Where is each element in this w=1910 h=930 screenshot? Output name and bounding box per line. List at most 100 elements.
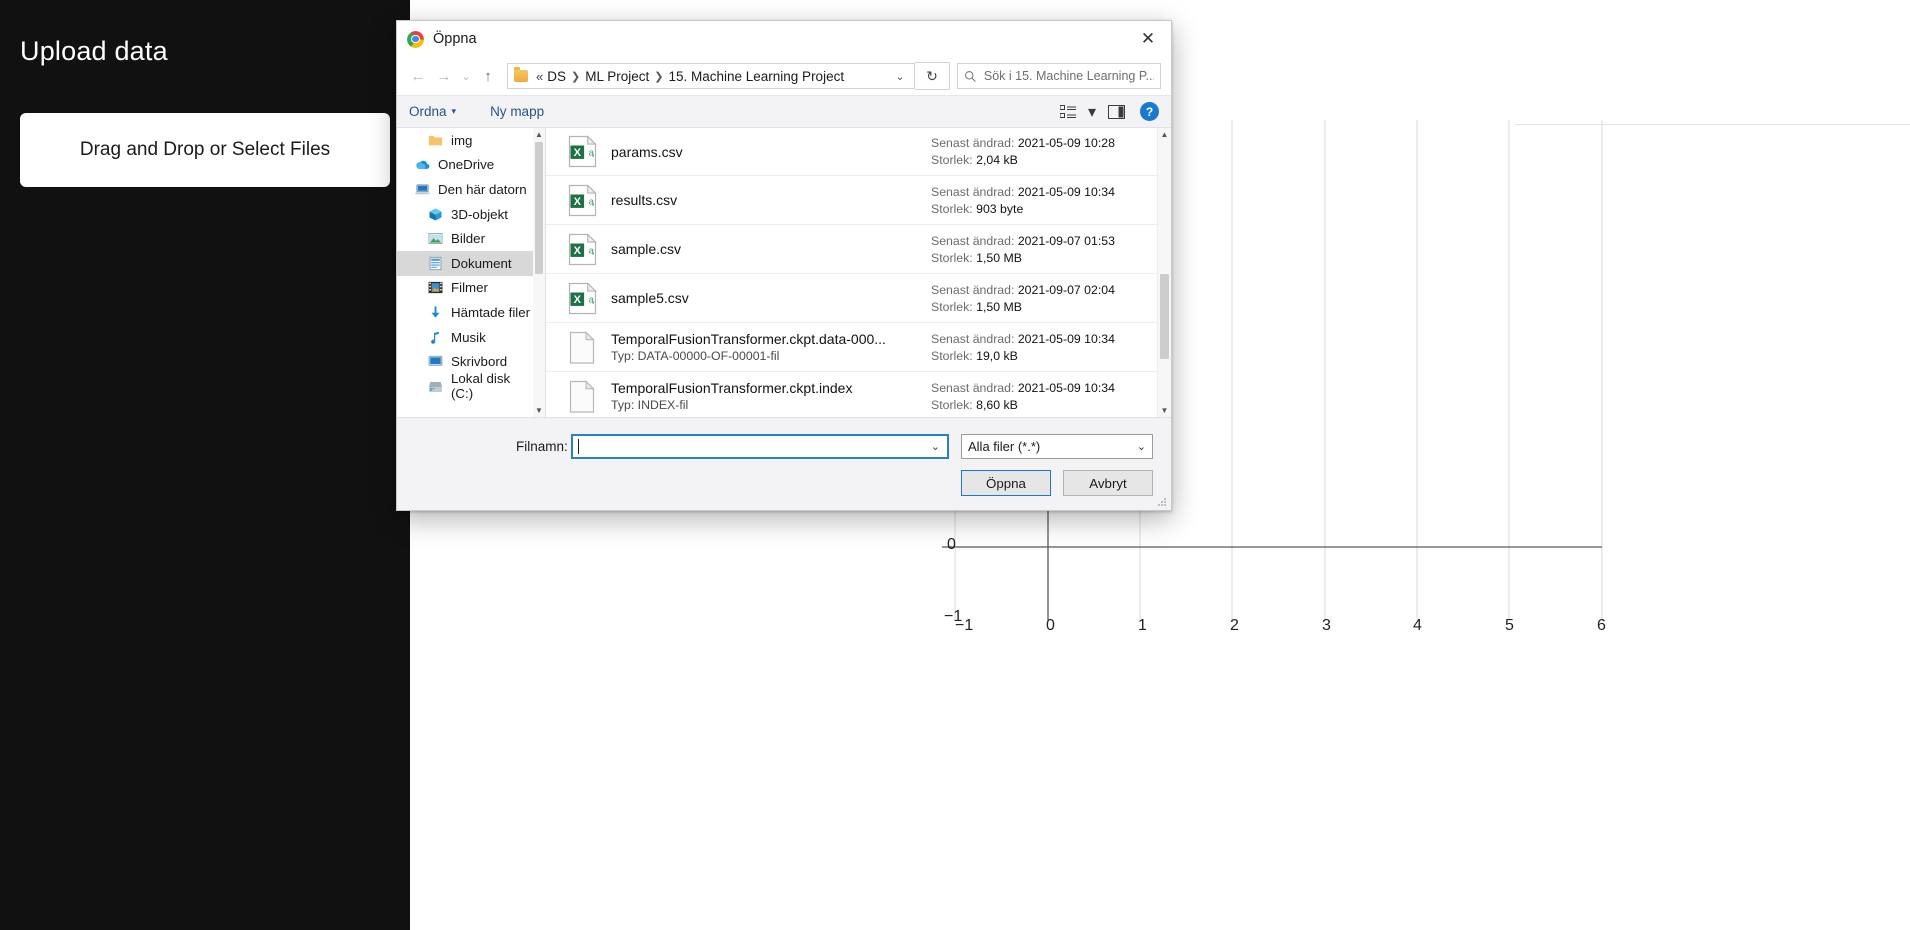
excel-csv-icon: Xa [568, 232, 597, 266]
list-scroll-thumb[interactable] [1160, 274, 1169, 359]
size-value: 2,04 kB [976, 153, 1018, 167]
chevron-down-icon[interactable]: ⌄ [888, 70, 912, 83]
file-dropzone[interactable]: Drag and Drop or Select Files [20, 113, 390, 187]
chrome-logo-icon [407, 30, 424, 48]
breadcrumb-overflow[interactable]: « [536, 69, 543, 84]
size-value: 19,0 kB [976, 348, 1018, 363]
file-list-item[interactable]: Xa params.csv Senast ändrad: 2021-05-09 10… [546, 128, 1157, 176]
breadcrumb-item-0[interactable]: DS [547, 69, 566, 84]
folder-icon [514, 67, 528, 82]
svg-text:X: X [574, 147, 582, 159]
dialog-body: img OneDrive Den här datorn 3D-objekt Bilder… [397, 127, 1171, 417]
refresh-icon[interactable]: ↻ [915, 62, 950, 90]
file-name: sample.csv [611, 241, 682, 257]
dialog-title: Öppna [433, 31, 477, 47]
size-label: Storlek: [931, 250, 973, 265]
file-list-item[interactable]: Xa sample.csv Senast ändrad: 2021-09-07 01… [546, 225, 1157, 274]
plot-xtick-1: 1 [1138, 617, 1147, 634]
modified-label: Senast ändrad: [931, 380, 1015, 395]
filename-label: Filnamn: [516, 439, 568, 454]
search-input[interactable]: Sök i 15. Machine Learning P... [957, 63, 1161, 89]
tree-item-label: OneDrive [438, 157, 495, 173]
tree-item-label: 3D-objekt [451, 206, 508, 222]
help-button[interactable]: ? [1140, 102, 1159, 121]
videos-icon [427, 280, 444, 295]
file-list-item[interactable]: Xa results.csv Senast ändrad: 2021-05-09 1… [546, 176, 1157, 225]
tree-item-label: Den här datorn [438, 181, 527, 197]
forward-icon[interactable]: → [431, 63, 457, 89]
tree-item-bilder[interactable]: Bilder [397, 226, 533, 251]
view-chevron-down-icon[interactable]: ▾ [1085, 100, 1099, 124]
app-sidebar: Upload data Drag and Drop or Select File… [0, 0, 410, 930]
search-icon [965, 70, 976, 82]
organize-button[interactable]: Ordna ▾ [409, 104, 456, 119]
tree-item-musik[interactable]: Musik [397, 325, 533, 350]
this-pc-icon [414, 182, 431, 197]
file-type: Typ: INDEX-fil [611, 398, 689, 412]
dialog-titlebar: Öppna ✕ [397, 21, 1171, 57]
file-list-item[interactable]: Xa sample5.csv Senast ändrad: 2021-09-07 0… [546, 274, 1157, 323]
dialog-navbar: ← → ⌄ ↑ « DS ❯ ML Project ❯ 15. Machine … [397, 57, 1171, 95]
dropzone-label: Drag and Drop or Select Files [79, 139, 331, 160]
open-button[interactable]: Öppna [961, 470, 1051, 496]
svg-text:a: a [589, 245, 595, 256]
tree-item-filmer[interactable]: Filmer [397, 276, 533, 301]
file-list-item[interactable]: TemporalFusionTransformer.ckpt.index Typ:… [546, 372, 1157, 417]
text-cursor [578, 439, 579, 454]
up-icon[interactable]: ↑ [475, 63, 501, 89]
3d-objects-icon [427, 207, 444, 222]
close-icon[interactable]: ✕ [1125, 21, 1171, 57]
modified-value: 2021-05-09 10:34 [1017, 380, 1115, 395]
preview-pane-icon[interactable] [1101, 100, 1131, 124]
back-icon[interactable]: ← [405, 63, 431, 89]
breadcrumb-item-2[interactable]: 15. Machine Learning Project [668, 69, 844, 84]
tree-item-lokal-disk-c[interactable]: Lokal disk (C:) [397, 371, 533, 402]
plot-xtick-2: 2 [1230, 617, 1239, 634]
file-list-pane: Xa params.csv Senast ändrad: 2021-05-09 10… [546, 128, 1171, 417]
file-list-scrollbar[interactable]: ▲ ▼ [1157, 128, 1171, 417]
page-title: Upload data [20, 36, 168, 66]
tree-item-onedrive[interactable]: OneDrive [397, 153, 533, 178]
chevron-down-icon[interactable]: ⌄ [931, 440, 943, 453]
modified-value: 2021-09-07 01:53 [1017, 233, 1115, 248]
scroll-up-icon[interactable]: ▲ [1159, 128, 1171, 141]
filename-input[interactable]: ⌄ [571, 434, 949, 459]
resize-grip-icon[interactable] [1157, 497, 1167, 507]
file-type-filter[interactable]: Alla filer (*.*) ⌄ [961, 434, 1153, 459]
dialog-footer: Filnamn: ⌄ Alla filer (*.*) ⌄ Öppna Avbr… [397, 417, 1171, 510]
drive-icon [427, 379, 444, 394]
modified-value: 2021-09-07 02:04 [1017, 282, 1115, 297]
size-value: 903 byte [976, 201, 1024, 216]
breadcrumb[interactable]: « DS ❯ ML Project ❯ 15. Machine Learning… [507, 63, 915, 89]
folder-icon [427, 133, 444, 148]
size-label: Storlek: [931, 201, 973, 216]
breadcrumb-item-1[interactable]: ML Project [585, 69, 649, 84]
scroll-down-icon[interactable]: ▼ [533, 404, 545, 417]
dialog-commandbar: Ordna ▾ Ny mapp ▾ ? [397, 95, 1171, 127]
svg-text:X: X [574, 245, 582, 257]
size-value: 8,60 kB [976, 397, 1018, 412]
recent-locations-icon[interactable]: ⌄ [457, 63, 475, 89]
tree-item-label: Lokal disk (C:) [451, 371, 511, 402]
excel-csv-icon: Xa [568, 135, 597, 168]
plot-xtick-6: 6 [1597, 617, 1606, 634]
tree-item-img[interactable]: img [397, 128, 533, 153]
cancel-button[interactable]: Avbryt [1063, 470, 1153, 496]
tree-item-h-mtade-filer[interactable]: Hämtade filer [397, 300, 533, 325]
tree-item-skrivbord[interactable]: Skrivbord [397, 349, 533, 374]
tree-item-dokument[interactable]: Dokument [397, 250, 533, 276]
scroll-down-icon[interactable]: ▼ [1159, 404, 1171, 417]
tree-item-label: Skrivbord [451, 354, 508, 370]
scroll-up-icon[interactable]: ▲ [533, 128, 545, 141]
tree-item-3d-objekt[interactable]: 3D-objekt [397, 202, 533, 227]
tree-item-den-h-r-datorn[interactable]: Den här datorn [397, 177, 533, 202]
tree-scrollbar[interactable]: ▲ ▼ [533, 128, 545, 417]
svg-text:X: X [574, 294, 582, 306]
tree-item-label: Musik [451, 329, 486, 345]
tree-scroll-thumb[interactable] [535, 142, 543, 274]
file-list-item[interactable]: TemporalFusionTransformer.ckpt.data-000.… [546, 323, 1157, 372]
new-folder-label: Ny mapp [490, 104, 545, 119]
new-folder-button[interactable]: Ny mapp [490, 104, 544, 119]
view-list-icon[interactable] [1053, 100, 1083, 124]
file-name: TemporalFusionTransformer.ckpt.index [611, 380, 853, 396]
